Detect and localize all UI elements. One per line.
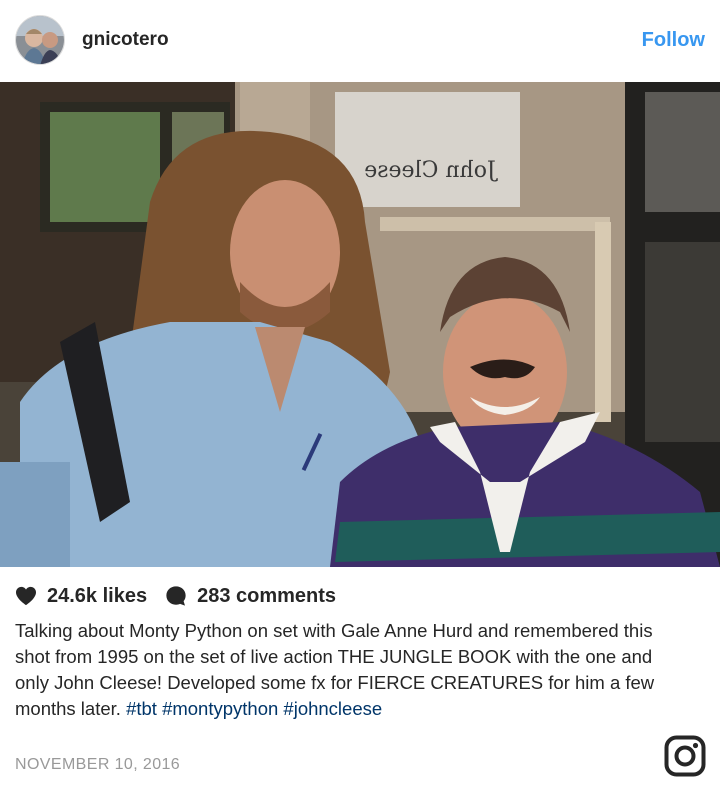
engagement-stats: 24.6k likes 283 comments	[15, 583, 336, 609]
comment-bubble-icon[interactable]	[165, 585, 187, 607]
sign-text: John Cleese	[364, 158, 498, 183]
post-header: gnicotero Follow	[0, 0, 720, 82]
username[interactable]: gnicotero	[82, 29, 169, 51]
instagram-logo-icon[interactable]	[664, 735, 706, 777]
comments-count: 283 comments	[197, 584, 337, 607]
post-date[interactable]: NOVEMBER 10, 2016	[15, 756, 180, 774]
hashtag-montypython[interactable]: #montypython	[162, 698, 278, 719]
hashtag-johncleese[interactable]: #johncleese	[283, 698, 382, 719]
post-photo[interactable]: John Cleese	[0, 82, 720, 567]
likes-count: 24.6k likes	[47, 584, 148, 607]
avatar-image	[16, 16, 64, 64]
avatar[interactable]	[15, 15, 65, 65]
heart-icon[interactable]	[15, 586, 37, 606]
post-caption: Talking about Monty Python on set with G…	[15, 618, 675, 722]
comments-stat[interactable]: 283 comments	[165, 585, 336, 608]
photo-illustration: John Cleese	[0, 82, 720, 567]
likes-stat[interactable]: 24.6k likes	[15, 585, 147, 608]
hashtag-tbt[interactable]: #tbt	[126, 698, 157, 719]
follow-button[interactable]: Follow	[642, 29, 705, 52]
instagram-post: gnicotero Follow John Cleese 24.6k likes…	[0, 0, 720, 790]
